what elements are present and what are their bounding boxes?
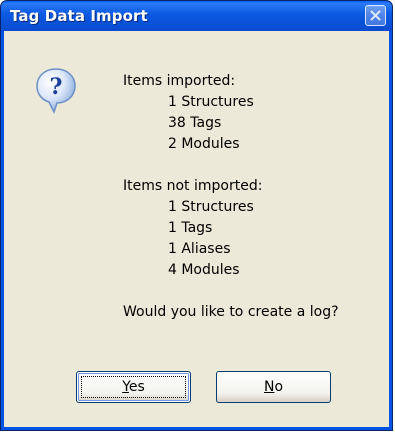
message-text: Items imported: 1 Structures 38 Tags 2 M… (123, 71, 339, 323)
imported-item: 1 Structures (168, 94, 254, 110)
dialog-window: Tag Data Import ? Items imported: 1 Stru… (0, 0, 393, 431)
yes-button[interactable]: Yes (76, 371, 191, 403)
imported-header: Items imported: (123, 73, 236, 89)
not-imported-header: Items not imported: (123, 178, 263, 194)
not-imported-item: 1 Tags (168, 220, 213, 236)
dialog-body: ? Items imported: 1 Structures 38 Tags 2… (4, 31, 389, 427)
not-imported-item: 1 Aliases (168, 241, 231, 257)
close-button[interactable] (365, 5, 386, 26)
svg-text:?: ? (50, 74, 63, 100)
imported-item: 2 Modules (168, 136, 240, 152)
log-question: Would you like to create a log? (123, 304, 339, 320)
yes-label-rest: es (128, 379, 145, 395)
no-label-rest: o (274, 379, 284, 395)
yes-mnemonic: Y (122, 379, 129, 395)
close-icon (370, 10, 381, 21)
not-imported-item: 1 Structures (168, 199, 254, 215)
imported-item: 38 Tags (168, 115, 222, 131)
no-mnemonic: N (263, 379, 275, 395)
dialog-title: Tag Data Import (10, 7, 148, 25)
question-icon: ? (36, 68, 76, 114)
no-button[interactable]: No (216, 371, 331, 403)
title-bar[interactable]: Tag Data Import (1, 1, 392, 31)
not-imported-item: 4 Modules (168, 262, 240, 278)
